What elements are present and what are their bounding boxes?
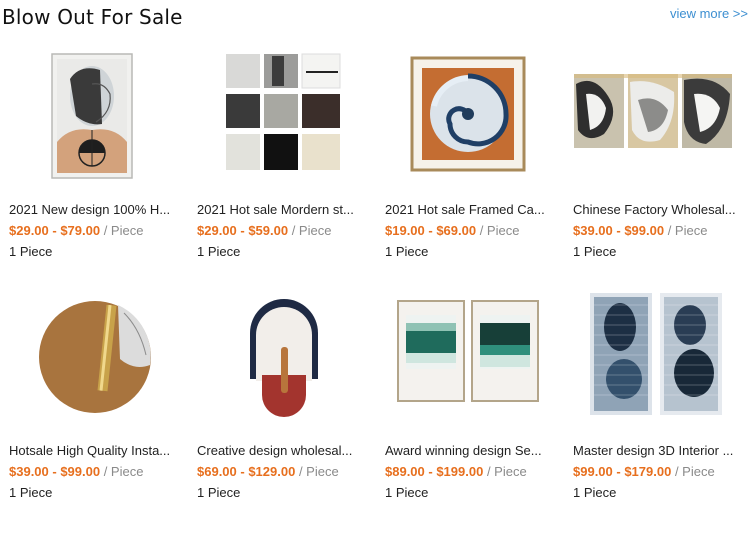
product-price-line: $39.00 - $99.00 / Piece (9, 464, 143, 479)
product-name: 2021 Hot sale Framed Ca... (385, 202, 545, 217)
product-price-line: $89.00 - $199.00 / Piece (385, 464, 527, 479)
product-moq: 1 Piece (573, 244, 617, 259)
product-price-line: $29.00 - $59.00 / Piece (197, 223, 331, 238)
product-image (376, 34, 556, 196)
product-image (564, 34, 744, 196)
product-price-line: $29.00 - $79.00 / Piece (9, 223, 143, 238)
product-card[interactable]: Creative design wholesal... $69.00 - $12… (188, 275, 368, 505)
product-price: $89.00 - $199.00 (385, 464, 484, 479)
product-unit: / Piece (486, 464, 527, 479)
product-unit: / Piece (674, 464, 715, 479)
product-card[interactable]: Award winning design Se... $89.00 - $199… (376, 275, 556, 505)
product-unit: / Piece (103, 464, 144, 479)
product-unit: / Piece (103, 223, 144, 238)
product-image (0, 34, 180, 196)
product-moq: 1 Piece (385, 244, 429, 259)
product-card[interactable]: Master design 3D Interior ... $99.00 - $… (564, 275, 744, 505)
product-moq: 1 Piece (573, 485, 617, 500)
product-price: $39.00 - $99.00 (573, 223, 665, 238)
product-image (564, 275, 744, 437)
product-unit: / Piece (291, 223, 332, 238)
product-moq: 1 Piece (197, 244, 241, 259)
product-moq: 1 Piece (9, 485, 53, 500)
product-price-line: $19.00 - $69.00 / Piece (385, 223, 519, 238)
product-price-line: $39.00 - $99.00 / Piece (573, 223, 707, 238)
product-name: Award winning design Se... (385, 443, 542, 458)
product-name: Creative design wholesal... (197, 443, 353, 458)
product-unit: / Piece (479, 223, 520, 238)
section-header: Blow Out For Sale view more >> (0, 0, 750, 34)
product-name: 2021 New design 100% H... (9, 202, 171, 217)
product-image (188, 34, 368, 196)
product-moq: 1 Piece (385, 485, 429, 500)
product-price: $29.00 - $59.00 (197, 223, 289, 238)
product-card[interactable]: 2021 New design 100% H... $29.00 - $79.0… (0, 34, 180, 264)
product-card[interactable]: Hotsale High Quality Insta... $39.00 - $… (0, 275, 180, 505)
product-card[interactable]: 2021 Hot sale Mordern st... $29.00 - $59… (188, 34, 368, 264)
product-name: Hotsale High Quality Insta... (9, 443, 171, 458)
product-price: $39.00 - $99.00 (9, 464, 101, 479)
product-price-line: $69.00 - $129.00 / Piece (197, 464, 339, 479)
product-card[interactable]: 2021 Hot sale Framed Ca... $19.00 - $69.… (376, 34, 556, 264)
product-name: Master design 3D Interior ... (573, 443, 734, 458)
product-moq: 1 Piece (197, 485, 241, 500)
section-title: Blow Out For Sale (2, 5, 183, 29)
product-unit: / Piece (667, 223, 708, 238)
view-more-link[interactable]: view more >> (670, 6, 748, 21)
product-moq: 1 Piece (9, 244, 53, 259)
product-price: $69.00 - $129.00 (197, 464, 296, 479)
product-grid: 2021 New design 100% H... $29.00 - $79.0… (0, 34, 750, 542)
product-card[interactable]: Chinese Factory Wholesal... $39.00 - $99… (564, 34, 744, 264)
product-name: Chinese Factory Wholesal... (573, 202, 736, 217)
product-price: $19.00 - $69.00 (385, 223, 477, 238)
product-price: $99.00 - $179.00 (573, 464, 672, 479)
product-unit: / Piece (298, 464, 339, 479)
product-image (0, 275, 180, 437)
product-price-line: $99.00 - $179.00 / Piece (573, 464, 715, 479)
product-image (188, 275, 368, 437)
product-name: 2021 Hot sale Mordern st... (197, 202, 354, 217)
product-price: $29.00 - $79.00 (9, 223, 101, 238)
product-image (376, 275, 556, 437)
